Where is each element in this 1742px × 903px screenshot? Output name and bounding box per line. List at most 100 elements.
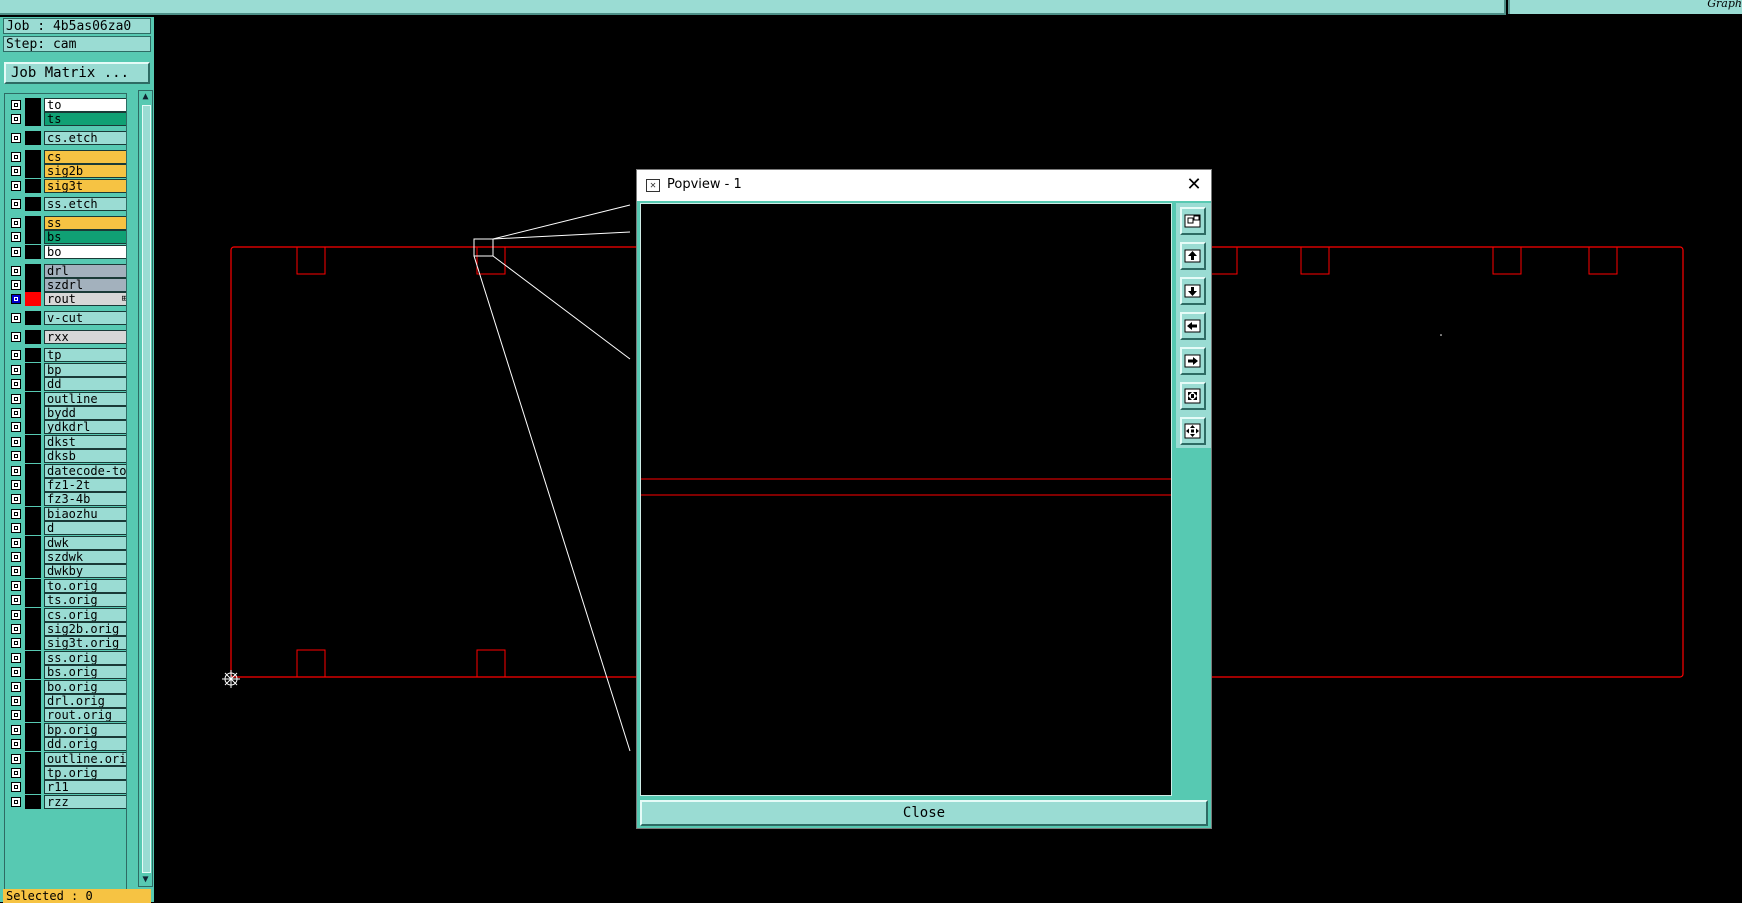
layer-name[interactable]: outline xyxy=(44,391,126,406)
layer-color-swatch[interactable] xyxy=(25,492,41,507)
layer-color-swatch[interactable] xyxy=(25,521,41,536)
layer-color-swatch[interactable] xyxy=(25,694,41,708)
layer-color-swatch[interactable] xyxy=(25,377,41,392)
layer-row[interactable]: szdrl xyxy=(7,277,126,292)
layer-color-swatch[interactable] xyxy=(25,149,41,164)
layer-checkbox[interactable] xyxy=(11,114,21,125)
layer-color-swatch[interactable] xyxy=(25,216,41,230)
popview-titlebar[interactable]: ✕ Popview - 1 ✕ xyxy=(637,170,1211,201)
layer-row[interactable]: drl.orig xyxy=(7,694,126,708)
layer-color-swatch[interactable] xyxy=(25,406,41,420)
layer-checkbox[interactable] xyxy=(11,609,21,620)
layer-name[interactable]: rout.orig xyxy=(44,708,126,723)
layer-name[interactable]: ss xyxy=(44,216,126,230)
layer-checkbox[interactable] xyxy=(11,480,21,490)
layer-checkbox[interactable] xyxy=(11,246,21,257)
layer-checkbox[interactable] xyxy=(11,313,21,323)
layer-color-swatch[interactable] xyxy=(25,550,41,564)
pan-left-icon[interactable] xyxy=(1180,312,1206,340)
layer-color-swatch[interactable] xyxy=(25,780,41,795)
layer-row[interactable]: rout.orig xyxy=(7,708,126,723)
zoom-fit-icon[interactable] xyxy=(1180,417,1206,445)
layer-checkbox[interactable] xyxy=(11,667,21,678)
layer-name[interactable]: dd xyxy=(44,377,126,392)
layer-name[interactable]: tp xyxy=(44,348,126,363)
layer-row[interactable]: bo xyxy=(7,244,126,259)
layer-row[interactable]: ss.orig xyxy=(7,650,126,665)
layer-checkbox[interactable] xyxy=(11,552,21,562)
layer-color-swatch[interactable] xyxy=(25,362,41,377)
layer-checkbox[interactable] xyxy=(11,393,21,404)
layer-checkbox[interactable] xyxy=(11,753,21,764)
layer-color-swatch[interactable] xyxy=(25,463,41,478)
layer-name[interactable]: bs xyxy=(44,230,126,245)
layer-color-swatch[interactable] xyxy=(25,112,41,127)
scroll-down-icon[interactable]: ▼ xyxy=(140,874,151,886)
layer-color-swatch[interactable] xyxy=(25,434,41,449)
layer-name[interactable]: fz3-4b xyxy=(44,492,126,507)
layer-color-swatch[interactable] xyxy=(25,737,41,752)
layer-row[interactable]: rout ⊞ xyxy=(7,292,126,307)
layer-name[interactable]: drl.orig xyxy=(44,694,126,708)
layer-name[interactable]: ss.orig xyxy=(44,650,126,665)
layer-name[interactable]: cs.orig xyxy=(44,607,126,622)
layer-name[interactable]: fz1-2t xyxy=(44,478,126,492)
layer-checkbox[interactable] xyxy=(11,364,21,375)
layer-name[interactable]: sig3t.orig xyxy=(44,636,126,651)
layer-checkbox[interactable] xyxy=(11,451,21,462)
layer-name[interactable]: bo xyxy=(44,244,126,259)
layer-row[interactable]: sig3t xyxy=(7,178,126,193)
layer-checkbox[interactable] xyxy=(11,652,21,663)
layer-row[interactable]: sig2b.orig xyxy=(7,622,126,636)
layer-row[interactable]: biaozhu xyxy=(7,506,126,521)
layer-row[interactable]: fz1-2t xyxy=(7,478,126,492)
layer-name[interactable]: sig3t xyxy=(44,178,126,193)
layer-row[interactable]: drl xyxy=(7,263,126,278)
layer-row[interactable]: ss xyxy=(7,216,126,230)
layer-color-swatch[interactable] xyxy=(25,506,41,521)
layer-checkbox[interactable] xyxy=(11,796,21,807)
layer-color-swatch[interactable] xyxy=(25,178,41,193)
layer-name[interactable]: outline.orig xyxy=(44,751,126,766)
zoom-out-icon[interactable] xyxy=(1180,382,1206,410)
layer-row[interactable]: dd.orig xyxy=(7,737,126,752)
layer-row[interactable]: bs.orig xyxy=(7,665,126,680)
layer-color-swatch[interactable] xyxy=(25,244,41,259)
layer-row[interactable]: datecode-to xyxy=(7,463,126,478)
layer-color-swatch[interactable] xyxy=(25,564,41,579)
pan-up-icon[interactable] xyxy=(1180,242,1206,270)
layer-row[interactable]: bs xyxy=(7,230,126,245)
layer-row[interactable]: dkst xyxy=(7,434,126,449)
layer-name[interactable]: dksb xyxy=(44,449,126,464)
layer-name[interactable]: sig2b xyxy=(44,164,126,179)
layer-row[interactable]: cs.etch xyxy=(7,131,126,146)
layer-name[interactable]: dd.orig xyxy=(44,737,126,752)
layer-name[interactable]: to xyxy=(44,98,126,112)
layer-name[interactable]: bo.orig xyxy=(44,679,126,694)
layer-row[interactable]: szdwk xyxy=(7,550,126,564)
layer-checkbox[interactable] xyxy=(11,508,21,519)
layer-row[interactable]: tp xyxy=(7,348,126,363)
layer-checkbox[interactable] xyxy=(11,151,21,162)
layer-checkbox[interactable] xyxy=(11,681,21,692)
job-matrix-button[interactable]: Job Matrix ... xyxy=(4,62,150,84)
layer-checkbox[interactable] xyxy=(11,166,21,177)
layer-checkbox[interactable] xyxy=(11,580,21,591)
layer-row[interactable]: rxx xyxy=(7,329,126,344)
layer-checkbox[interactable] xyxy=(11,739,21,750)
layer-checkbox[interactable] xyxy=(11,494,21,505)
layer-color-swatch[interactable] xyxy=(25,449,41,464)
layer-row[interactable]: d xyxy=(7,521,126,536)
layer-color-swatch[interactable] xyxy=(25,277,41,292)
layer-checkbox[interactable] xyxy=(11,422,21,433)
window-close-icon[interactable]: ✕ xyxy=(1183,174,1205,196)
layer-row[interactable]: dd xyxy=(7,377,126,392)
pan-down-icon[interactable] xyxy=(1180,277,1206,305)
layer-name[interactable]: tp.orig xyxy=(44,766,126,780)
layer-row[interactable]: r11 xyxy=(7,780,126,795)
scroll-up-icon[interactable]: ▲ xyxy=(140,91,151,103)
layer-row[interactable]: sig2b xyxy=(7,164,126,179)
layer-color-swatch[interactable] xyxy=(25,131,41,146)
layer-name[interactable]: ss.etch xyxy=(44,197,126,212)
layer-color-swatch[interactable] xyxy=(25,230,41,245)
